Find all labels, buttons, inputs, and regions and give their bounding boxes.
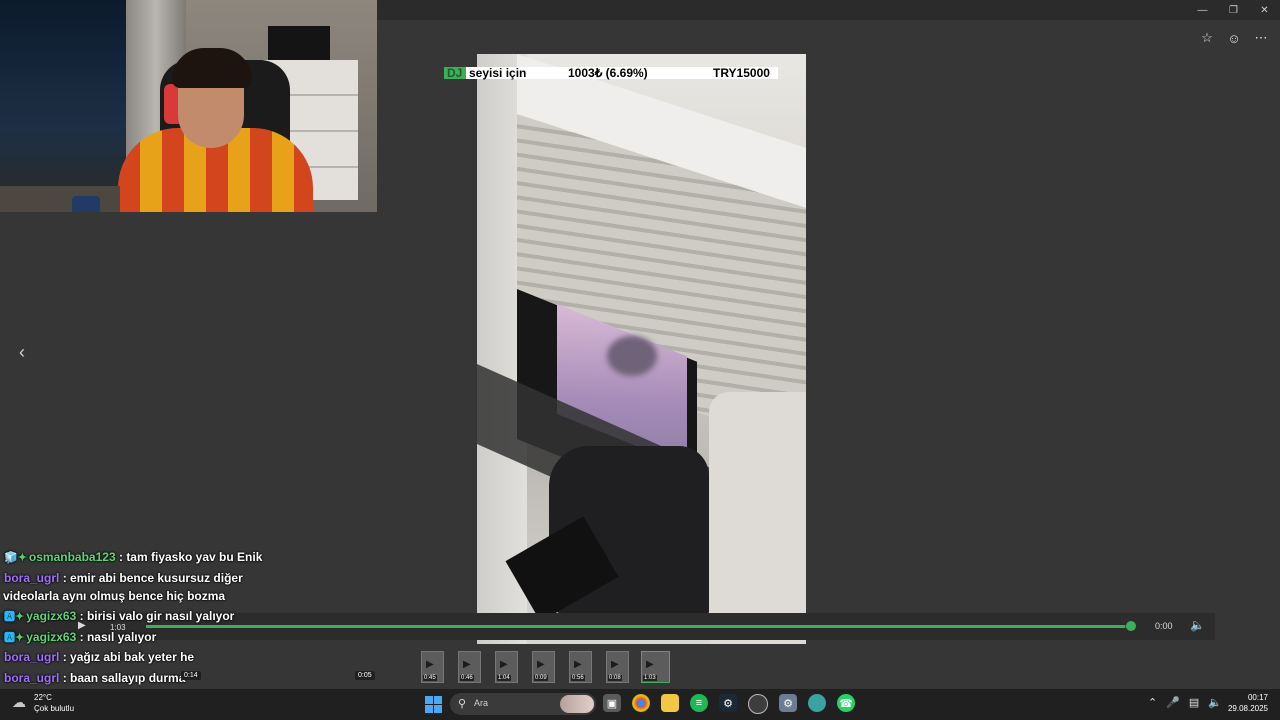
search-highlight-image <box>560 695 594 713</box>
chat-username: bora_ugrl <box>4 571 60 585</box>
search-placeholder: Ara <box>474 698 489 708</box>
microphone-icon[interactable]: 🎤 <box>1166 696 1180 709</box>
clip-thumbnail[interactable]: ▶ 0:45 <box>421 651 444 683</box>
play-icon: ▶ <box>463 659 471 670</box>
timeline-label: 0:14 <box>181 671 201 680</box>
chat-text: : emir abi bence kusursuz diğer <box>62 571 243 585</box>
chat-username: bora_ugrl <box>4 671 60 685</box>
weather-condition[interactable]: Çok bulutlu <box>34 704 74 713</box>
chat-username: yagizx63 <box>26 630 77 644</box>
network-icon[interactable]: ▤ <box>1189 696 1199 709</box>
chat-text: : yağız abi bak yeter he <box>62 650 195 664</box>
current-time: 0:00 <box>1155 621 1173 631</box>
play-icon: ▶ <box>500 659 508 670</box>
chat-badges: 🧊✦ <box>4 552 27 564</box>
app-icon[interactable] <box>748 694 768 714</box>
clip-thumbnail-active[interactable]: ▶ 1:03 <box>641 651 670 683</box>
settings-icon[interactable]: ⚙ <box>779 694 797 712</box>
chat-username: osmanbaba123 <box>28 550 116 564</box>
chat-badges: 🅰✦ <box>4 611 25 623</box>
whatsapp-icon[interactable]: ☎ <box>837 694 855 712</box>
webcam-window <box>0 0 128 212</box>
clip-duration: 0:09 <box>534 675 548 681</box>
chat-message: bora_ugrl : yağız abi bak yeter he <box>4 648 414 666</box>
viewer-actions: ☆ ☺ ⋯ <box>1198 30 1270 46</box>
timeline-label: 0:05 <box>355 671 375 680</box>
clip-duration: 1:04 <box>497 675 511 681</box>
chevron-left-icon[interactable]: ‹ <box>14 342 30 362</box>
donation-goal-label: seyisi için <box>469 66 527 80</box>
windows-start-icon[interactable] <box>425 696 442 713</box>
weather-icon[interactable]: ☁ <box>12 694 32 710</box>
clip-duration: 0:08 <box>608 675 622 681</box>
chat-message: bora_ugrl : emir abi bence kusursuz diğe… <box>4 569 414 587</box>
star-icon[interactable]: ☆ <box>1198 30 1216 46</box>
system-tray: ⌃ 🎤 ▤ 🔈 <box>1148 696 1222 709</box>
play-icon: ▶ <box>611 659 619 670</box>
chat-text: videolarla aynı olmuş bence hiç bozma <box>3 589 226 603</box>
play-icon: ▶ <box>574 659 582 670</box>
task-view-icon[interactable]: ▣ <box>603 694 621 712</box>
donation-goal-badge: DJ <box>447 66 463 80</box>
chat-username: bora_ugrl <box>4 650 60 664</box>
more-icon[interactable]: ⋯ <box>1252 30 1270 46</box>
clip-duration: 1:03 <box>643 675 657 681</box>
clip-duration: 0:46 <box>460 675 474 681</box>
taskbar-search[interactable]: ⚲ Ara <box>450 693 596 715</box>
play-icon: ▶ <box>646 659 654 670</box>
chat-text: : tam fiyasko yav bu Enik <box>118 550 263 564</box>
emoji-icon[interactable]: ☺ <box>1225 30 1243 46</box>
play-icon: ▶ <box>426 659 434 670</box>
video-pillar <box>709 392 806 644</box>
webcam-desk <box>0 186 120 212</box>
spotify-icon[interactable]: ≡ <box>690 694 708 712</box>
chat-message: 🅰✦ yagizx63 : nasıl yalıyor <box>4 628 414 647</box>
taskbar: ☁ 22°C Çok bulutlu ⚲ Ara ▣ ≡ ⚙ ⚙ ☎ ⌃ 🎤 ▤… <box>0 689 1280 720</box>
search-icon: ⚲ <box>458 698 467 710</box>
volume-icon[interactable]: 🔈 <box>1190 618 1205 632</box>
video-frame[interactable] <box>477 54 806 644</box>
chrome-icon[interactable] <box>632 694 650 712</box>
chat-username: yagizx63 <box>26 609 77 623</box>
browser-icon[interactable] <box>808 694 826 712</box>
chevron-up-icon[interactable]: ⌃ <box>1148 696 1157 709</box>
clip-duration: 0:56 <box>571 675 585 681</box>
chat-message: 🅰✦ yagizx63 : birisi valo gir nasıl yalıy… <box>4 607 414 626</box>
donation-goal-amount: 1003₺ (6.69%) <box>568 66 648 80</box>
seek-thumb[interactable] <box>1126 621 1136 631</box>
chat-text: : nasıl yalıyor <box>79 630 157 644</box>
webcam-feed <box>0 0 377 212</box>
chat-message-continuation: videolarla aynı olmuş bence hiç bozma <box>3 587 413 605</box>
minimize-icon[interactable]: — <box>1187 0 1218 20</box>
webcam-cup <box>72 196 100 212</box>
steam-icon[interactable]: ⚙ <box>719 694 737 712</box>
clip-thumbnail[interactable]: ▶ 0:09 <box>532 651 555 683</box>
donation-goal-bar: DJ seyisi için 1003₺ (6.69%) TRY15000 <box>444 66 778 80</box>
file-explorer-icon[interactable] <box>661 694 679 712</box>
chat-message: 🧊✦ osmanbaba123 : tam fiyasko yav bu Enik <box>4 548 414 567</box>
clip-thumbnail[interactable]: ▶ 0:08 <box>606 651 629 683</box>
clip-thumbnail[interactable]: ▶ 1:04 <box>495 651 518 683</box>
window-controls: — ❐ ✕ <box>1187 0 1280 20</box>
clip-duration: 0:45 <box>423 675 437 681</box>
chat-text: : baan sallayıp durma <box>62 671 186 685</box>
close-icon[interactable]: ✕ <box>1249 0 1280 20</box>
clip-thumbnail[interactable]: ▶ 0:56 <box>569 651 592 683</box>
donation-goal-target: TRY15000 <box>713 66 770 80</box>
webcam-monitor <box>268 26 330 60</box>
weather-temperature[interactable]: 22°C <box>34 693 52 702</box>
play-icon: ▶ <box>537 659 545 670</box>
chat-text: : birisi valo gir nasıl yalıyor <box>79 609 235 623</box>
clip-thumbnail[interactable]: ▶ 0:46 <box>458 651 481 683</box>
taskbar-apps: ▣ ≡ ⚙ ⚙ ☎ <box>603 694 855 714</box>
chat-badges: 🅰✦ <box>4 632 25 644</box>
clock-date[interactable]: 29.08.2025 <box>1226 704 1268 713</box>
clip-thumbnails: ▶ 0:45 ▶ 0:46 ▶ 1:04 ▶ 0:09 ▶ 0:56 ▶ 0:08 ▶ 1:0… <box>421 651 670 683</box>
video-cloud <box>607 336 657 376</box>
clock-time[interactable]: 00:17 <box>1230 693 1268 702</box>
speaker-icon[interactable]: 🔈 <box>1208 696 1222 709</box>
chat-message: bora_ugrl : baan sallayıp durma <box>4 669 414 687</box>
restore-icon[interactable]: ❐ <box>1218 0 1249 20</box>
